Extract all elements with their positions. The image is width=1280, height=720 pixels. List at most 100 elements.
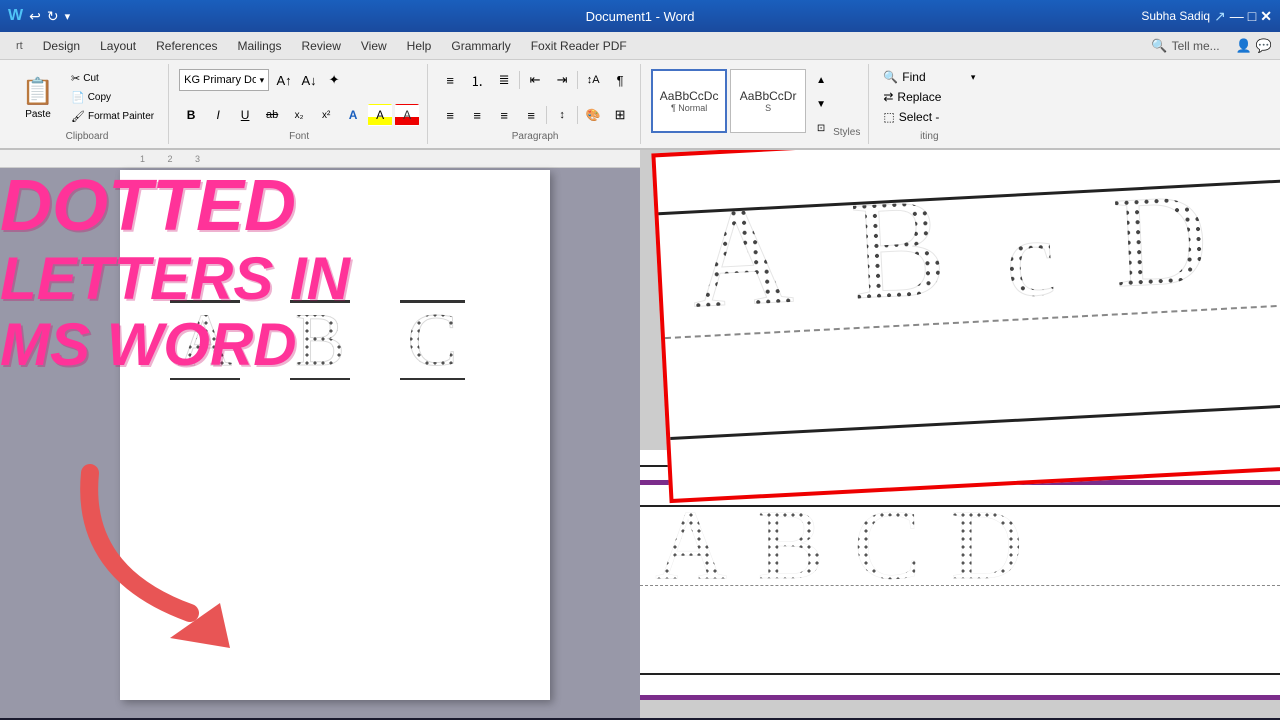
subscript-button[interactable]: x₂	[287, 104, 311, 126]
select-icon: ⬚	[883, 110, 894, 124]
increase-indent-button[interactable]: ⇥	[550, 69, 574, 91]
superscript-button[interactable]: x²	[314, 104, 338, 126]
red-card-letters: A B c D	[688, 184, 1211, 331]
highlight-color-button[interactable]: A	[368, 104, 392, 126]
line-spacing-button[interactable]: ↕	[550, 104, 574, 126]
justify-button[interactable]: ≡	[519, 104, 543, 126]
share-ribbon-icon[interactable]: 👤	[1236, 38, 1252, 54]
clear-format-button[interactable]: ✦	[322, 69, 346, 91]
editing-group-label: iting	[879, 131, 979, 144]
borders-button[interactable]: ⊞	[608, 104, 632, 126]
align-right-button[interactable]: ≡	[492, 104, 516, 126]
share-icon[interactable]: ↗	[1214, 8, 1226, 25]
sort-button[interactable]: ↕A	[581, 69, 605, 91]
right-panel: A B c D C D I	[640, 150, 1280, 718]
decrease-font-button[interactable]: A↓	[297, 69, 321, 91]
left-panel: 1 2 3 A B	[0, 150, 640, 718]
purple-letter-B: B	[757, 495, 824, 595]
title-bar: W ↩ ↻ ▾ Document1 - Word Subha Sadiq ↗ —…	[0, 0, 1280, 32]
increase-decrease-font: A↑ A↓ ✦	[272, 69, 346, 91]
bold-button[interactable]: B	[179, 104, 203, 126]
replace-button[interactable]: ⇄ Replace	[879, 88, 979, 106]
font-row1: KG Primary Do ▾ A↑ A↓ ✦	[179, 64, 346, 96]
paste-icon: 📋	[22, 76, 54, 107]
find-button[interactable]: 🔍 Find ▾	[879, 68, 979, 86]
editing-group: 🔍 Find ▾ ⇄ Replace ⬚ Select - iting	[871, 64, 987, 144]
menu-item-review[interactable]: Review	[294, 37, 349, 55]
minimize-icon[interactable]: —	[1230, 8, 1244, 24]
styles-group: AaBbCcDc ¶ Normal AaBbCcDr S ▲ ▼ ⊡ Style…	[643, 64, 869, 144]
font-name-chevron: ▾	[260, 75, 265, 86]
select-button[interactable]: ⬚ Select -	[879, 108, 979, 126]
align-left-button[interactable]: ≡	[438, 104, 462, 126]
close-icon[interactable]: ✕	[1260, 8, 1272, 25]
comments-icon[interactable]: 💬	[1256, 38, 1272, 54]
copy-button[interactable]: 📄 Copy	[65, 89, 160, 106]
menu-item-references[interactable]: References	[148, 37, 225, 55]
normal-style-name: ¶ Normal	[671, 103, 707, 113]
paragraph-group-label: Paragraph	[438, 131, 632, 144]
align-center-button[interactable]: ≡	[465, 104, 489, 126]
show-para-button[interactable]: ¶	[608, 69, 632, 91]
arrow-svg	[60, 453, 280, 653]
multilevel-button[interactable]: ≣	[492, 69, 516, 91]
format-painter-icon: 🖌	[71, 110, 85, 123]
paste-label: Paste	[25, 109, 51, 120]
text-effects-button[interactable]: A	[341, 104, 365, 126]
select-label: Select -	[899, 110, 940, 124]
styles-boxes: AaBbCcDc ¶ Normal AaBbCcDr S ▲ ▼ ⊡	[651, 69, 833, 139]
redo-icon[interactable]: ↻	[47, 8, 59, 25]
cut-label: Cut	[83, 73, 99, 84]
styles-up-button[interactable]: ▲	[809, 69, 833, 91]
para-row2: ≡ ≡ ≡ ≡ ↕ 🎨 ⊞	[438, 99, 632, 131]
paste-button[interactable]: 📋 Paste	[14, 69, 62, 127]
red-card-letter-D: D	[1111, 174, 1212, 309]
arrow-container	[60, 453, 280, 658]
red-card-letter-B: B	[848, 177, 949, 322]
normal-style-box[interactable]: AaBbCcDc ¶ Normal	[651, 69, 727, 133]
menu-item-help[interactable]: Help	[399, 37, 440, 55]
clipboard-label: Clipboard	[14, 131, 160, 144]
menu-item-layout[interactable]: Layout	[92, 37, 144, 55]
underline-button[interactable]: U	[233, 104, 257, 126]
styles-group-label: Styles	[833, 127, 860, 140]
increase-font-button[interactable]: A↑	[272, 69, 296, 91]
format-painter-button[interactable]: 🖌 Format Painter	[65, 108, 160, 125]
font-color-button[interactable]: A	[395, 104, 419, 126]
search-icon: 🔍	[1151, 38, 1167, 54]
find-icon: 🔍	[883, 70, 898, 84]
replace-icon: ⇄	[883, 90, 893, 104]
copy-label: Copy	[88, 92, 111, 103]
font-name-value: KG Primary Do	[184, 74, 256, 86]
maximize-icon[interactable]: □	[1248, 8, 1256, 24]
font-row2: B I U ab x₂ x² A A A	[179, 99, 419, 131]
font-name-selector[interactable]: KG Primary Do ▾	[179, 69, 269, 91]
ruler-marks: 1 2 3	[140, 154, 210, 164]
styles-expand-button[interactable]: ⊡	[809, 117, 833, 139]
styles-row: AaBbCcDc ¶ Normal AaBbCcDr S ▲ ▼ ⊡	[651, 69, 833, 139]
menu-item-rt[interactable]: rt	[8, 38, 31, 54]
menu-item-foxit[interactable]: Foxit Reader PDF	[523, 37, 635, 55]
para-divider3	[546, 106, 547, 124]
shading-button[interactable]: 🎨	[581, 104, 605, 126]
menu-item-mailings[interactable]: Mailings	[230, 37, 290, 55]
bullets-button[interactable]: ≡	[438, 69, 462, 91]
bottom-line-b	[290, 378, 350, 380]
menu-item-grammarly[interactable]: Grammarly	[443, 37, 518, 55]
italic-button[interactable]: I	[206, 104, 230, 126]
menu-item-design[interactable]: Design	[35, 37, 88, 55]
numbering-button[interactable]: ⒈	[465, 69, 489, 91]
tell-me-text[interactable]: Tell me...	[1172, 39, 1220, 53]
no-spacing-style-box[interactable]: AaBbCcDr S	[730, 69, 806, 133]
cut-button[interactable]: ✂ Cut	[65, 70, 160, 87]
customize-icon[interactable]: ▾	[65, 10, 71, 23]
para-divider1	[519, 71, 520, 89]
purple-card-letters: A B C D	[655, 495, 1023, 595]
decrease-indent-button[interactable]: ⇤	[523, 69, 547, 91]
undo-icon[interactable]: ↩	[29, 8, 41, 25]
strikethrough-button[interactable]: ab	[260, 104, 284, 126]
red-card-bot-line	[670, 401, 1280, 440]
menu-item-view[interactable]: View	[353, 37, 395, 55]
styles-down-button[interactable]: ▼	[809, 93, 833, 115]
paragraph-group: ≡ ⒈ ≣ ⇤ ⇥ ↕A ¶ ≡ ≡ ≡ ≡ ↕ 🎨 ⊞ Par	[430, 64, 641, 144]
